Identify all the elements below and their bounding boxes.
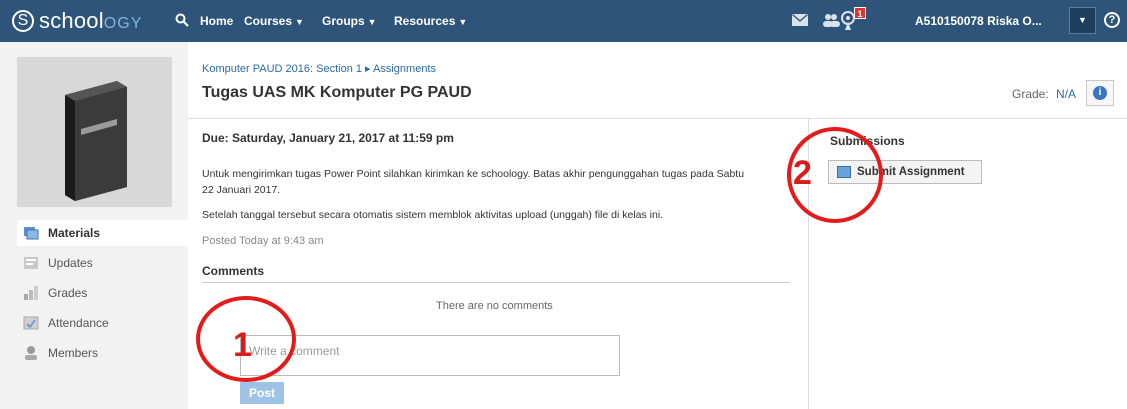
sidebar-item-label: Grades: [48, 286, 88, 300]
sidebar-item-members[interactable]: Members: [17, 340, 188, 366]
breadcrumb[interactable]: Komputer PAUD 2016: Section 1 ▸ Assignme…: [202, 62, 436, 75]
attendance-icon: [23, 316, 39, 330]
divider: [188, 118, 1127, 119]
grade-value: N/A: [1056, 87, 1077, 101]
user-menu-dropdown[interactable]: ▼: [1069, 7, 1096, 34]
due-date: Due: Saturday, January 21, 2017 at 11:59…: [202, 131, 454, 145]
logo-text-tail: OGY: [103, 15, 143, 32]
sidebar-item-materials[interactable]: Materials: [17, 220, 188, 246]
sidebar-item-grades[interactable]: Grades: [17, 280, 188, 306]
schoology-logo[interactable]: S schoolOGY: [12, 8, 142, 34]
sidebar-item-label: Attendance: [48, 316, 109, 330]
nav-home-link[interactable]: Home: [200, 14, 233, 28]
course-sidebar: Materials Updates Grades Attendance Memb…: [0, 42, 188, 409]
annotation-number-2: 2: [793, 154, 812, 192]
assignment-description-line-1: Untuk mengirimkan tugas Power Point sila…: [202, 168, 745, 180]
nav-groups-menu[interactable]: Groups ▼: [322, 14, 377, 28]
comments-heading: Comments: [202, 264, 265, 278]
grade-info-button[interactable]: i: [1086, 80, 1114, 106]
members-icon: [25, 346, 37, 360]
annotation-number-1: 1: [233, 326, 252, 364]
sidebar-item-label: Updates: [48, 256, 93, 270]
logo-text: school: [39, 8, 104, 33]
help-icon[interactable]: ?: [1104, 12, 1120, 28]
grade-label: Grade:: [1012, 87, 1049, 101]
top-navigation-bar: S schoolOGY Home Courses ▼ Groups ▼ Resour…: [0, 0, 1127, 42]
info-icon: i: [1093, 86, 1107, 100]
sidebar-item-label: Materials: [48, 226, 101, 240]
chevron-down-icon: ▼: [295, 17, 304, 27]
chevron-down-icon: ▼: [458, 17, 468, 27]
nav-resources-menu[interactable]: Resources ▼: [394, 14, 467, 28]
posted-timestamp: Posted Today at 9:43 am: [202, 235, 324, 247]
updates-icon: [24, 257, 38, 269]
user-menu-name[interactable]: A510150078 Riska O...: [915, 14, 1042, 28]
sidebar-item-label: Members: [48, 346, 99, 360]
comment-input[interactable]: [240, 335, 620, 376]
sidebar-item-attendance[interactable]: Attendance: [17, 310, 188, 336]
messages-icon[interactable]: [792, 14, 808, 26]
course-cover-image: [17, 57, 172, 207]
materials-icon: [24, 227, 39, 240]
chevron-down-icon: ▼: [367, 17, 377, 27]
search-icon[interactable]: [175, 13, 189, 27]
grades-icon: [24, 286, 38, 300]
requests-icon[interactable]: [822, 13, 840, 27]
logo-s-mark: S: [12, 10, 34, 32]
no-comments-text: There are no comments: [436, 300, 553, 312]
page-title: Tugas UAS MK Komputer PG PAUD: [202, 84, 472, 101]
assignment-description-line-2: 22 Januari 2017.: [202, 184, 281, 196]
post-comment-button[interactable]: Post: [240, 382, 284, 404]
sidebar-item-updates[interactable]: Updates: [17, 250, 188, 276]
nav-courses-menu[interactable]: Courses ▼: [244, 14, 304, 28]
book-icon: [65, 81, 127, 201]
assignment-description-line-3: Setelah tanggal tersebut secara otomatis…: [202, 209, 664, 221]
comments-divider: [202, 282, 790, 283]
notification-count-badge: 1: [854, 7, 866, 19]
